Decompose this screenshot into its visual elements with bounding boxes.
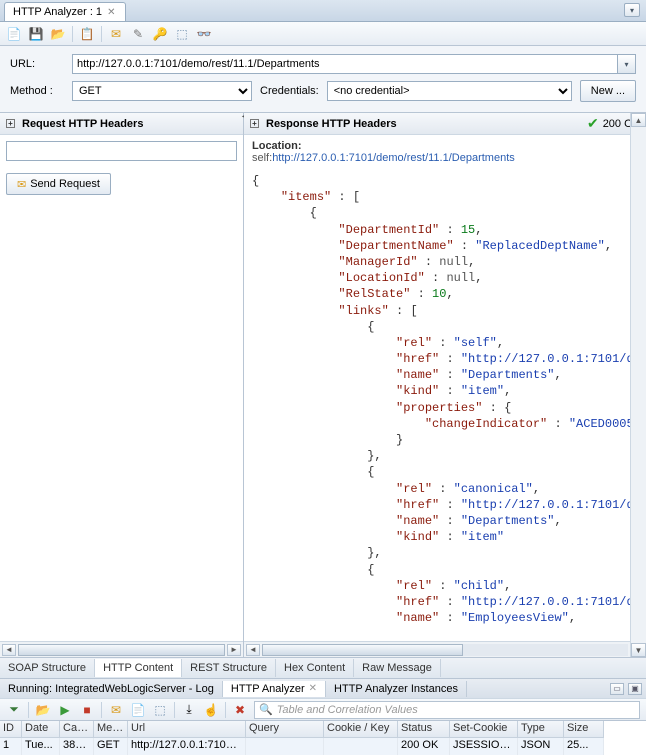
tab-raw-message[interactable]: Raw Message <box>354 659 441 677</box>
request-header-title: Request HTTP Headers <box>22 118 143 130</box>
url-label: URL: <box>10 58 64 70</box>
url-dropdown-button[interactable]: ▾ <box>618 54 636 74</box>
send-icon[interactable]: ✉ <box>108 26 124 42</box>
save-icon[interactable]: 💾 <box>28 26 44 42</box>
col-type[interactable]: Type <box>518 721 564 738</box>
tab-soap-structure[interactable]: SOAP Structure <box>0 659 95 677</box>
run-icon[interactable]: ▶ <box>57 702 73 718</box>
main-toolbar: 📄 💾 📂 📋 ✉ ✎ 🔑 ⬚ 👓 <box>0 22 646 46</box>
log-search-placeholder: Table and Correlation Values <box>277 704 418 716</box>
scroll-down-icon[interactable]: ▼ <box>631 643 646 657</box>
tab-hex-content[interactable]: Hex Content <box>276 659 354 677</box>
ws-test-icon[interactable]: ⬚ <box>174 26 190 42</box>
ws-icon[interactable]: ⬚ <box>152 702 168 718</box>
edit-icon[interactable]: ✎ <box>130 26 146 42</box>
col-status[interactable]: Status <box>398 721 450 738</box>
tab-rest-structure[interactable]: REST Structure <box>182 659 276 677</box>
col-method[interactable]: Met... <box>94 721 128 738</box>
response-header: + Response HTTP Headers ✔ 200 OK <box>244 113 646 135</box>
col-url[interactable]: Url <box>128 721 246 738</box>
request-header: + Request HTTP Headers <box>0 113 243 135</box>
copy-icon[interactable]: 📋 <box>79 26 95 42</box>
toolbar-separator <box>72 26 73 42</box>
response-body-json[interactable]: { "items" : [ { "DepartmentId" : 15, "De… <box>244 169 646 641</box>
location-label: Location: <box>252 140 302 152</box>
tab-http-content[interactable]: HTTP Content <box>95 659 182 677</box>
panes-vscroll[interactable]: ▲ ▼ <box>630 113 646 657</box>
resend-icon[interactable]: ✉ <box>108 702 124 718</box>
new-button[interactable]: New ... <box>580 80 636 102</box>
self-label: self: <box>252 152 272 164</box>
log-tab-analyzer-instances[interactable]: HTTP Analyzer Instances <box>326 681 467 697</box>
log-tab-http-analyzer[interactable]: HTTP Analyzer ✕ <box>223 681 326 697</box>
close-icon[interactable]: ✕ <box>309 683 317 694</box>
new-page-icon[interactable]: 📄 <box>130 702 146 718</box>
credentials-label: Credentials: <box>260 85 319 97</box>
col-setcookie[interactable]: Set-Cookie <box>450 721 518 738</box>
search-icon: 🔍 <box>259 703 273 716</box>
tab-http-analyzer-1[interactable]: HTTP Analyzer : 1 ✕ <box>4 2 126 21</box>
response-header-title: Response HTTP Headers <box>266 118 397 130</box>
split-panes: ◄ + Request HTTP Headers ✉ Send Request … <box>0 113 646 657</box>
select-icon[interactable]: ☝ <box>203 702 219 718</box>
close-icon[interactable]: ✕ <box>107 7 115 18</box>
log-tab-strip: Running: IntegratedWebLogicServer - Log … <box>0 678 646 698</box>
col-cookie[interactable]: Cookie / Key <box>324 721 398 738</box>
send-request-button[interactable]: ✉ Send Request <box>6 173 111 195</box>
response-pane: + Response HTTP Headers ✔ 200 OK Locatio… <box>244 113 646 657</box>
filter-icon[interactable]: ⏷ <box>6 702 22 718</box>
method-label: Method : <box>10 85 64 97</box>
log-tab-running-server[interactable]: Running: IntegratedWebLogicServer - Log <box>0 681 223 697</box>
self-link[interactable]: http://127.0.0.1:7101/demo/rest/11.1/Dep… <box>272 152 515 164</box>
log-maximize-icon[interactable]: ▣ <box>628 683 642 695</box>
col-id[interactable]: ID <box>0 721 22 738</box>
document-tab-bar: HTTP Analyzer : 1 ✕ ▾ <box>0 0 646 22</box>
stop-icon[interactable]: ■ <box>79 702 95 718</box>
mail-icon: ✉ <box>17 178 26 191</box>
response-hscroll[interactable]: ◄ ► <box>244 641 646 657</box>
request-header-input[interactable] <box>6 141 237 161</box>
tab-list-dropdown[interactable]: ▾ <box>624 3 640 17</box>
url-input[interactable] <box>72 54 618 74</box>
table-header-row: ID Date Call... Met... Url Query Cookie … <box>0 721 646 738</box>
clear-icon[interactable]: ✖ <box>232 702 248 718</box>
request-config-area: URL: ▾ Method : GET Credentials: <no cre… <box>0 46 646 113</box>
credentials-select[interactable]: <no credential> <box>327 81 572 101</box>
request-pane: + Request HTTP Headers ✉ Send Request ◄ … <box>0 113 244 657</box>
col-call[interactable]: Call... <box>60 721 94 738</box>
table-row[interactable]: 1 Tue... 386... GET http://127.0.0.1:710… <box>0 738 646 755</box>
request-hscroll[interactable]: ◄ ► <box>0 641 243 657</box>
status-ok-icon: ✔ <box>587 115 599 132</box>
open-icon[interactable]: 📂 <box>50 26 66 42</box>
save-wsdl-icon[interactable]: ⤓ <box>181 702 197 718</box>
scroll-up-icon[interactable]: ▲ <box>631 113 646 127</box>
new-request-icon[interactable]: 📄 <box>6 26 22 42</box>
tab-title: HTTP Analyzer : 1 <box>13 6 102 18</box>
open-folder-icon[interactable]: 📂 <box>35 702 51 718</box>
col-date[interactable]: Date <box>22 721 60 738</box>
scroll-left-icon[interactable]: ◄ <box>2 644 16 656</box>
binoculars-icon[interactable]: 👓 <box>196 26 212 42</box>
col-query[interactable]: Query <box>246 721 324 738</box>
toolbar-separator <box>101 26 102 42</box>
log-minimize-icon[interactable]: ▭ <box>610 683 624 695</box>
expand-icon[interactable]: + <box>250 119 259 128</box>
credentials-icon[interactable]: 🔑 <box>152 26 168 42</box>
method-select[interactable]: GET <box>72 81 252 101</box>
view-tabs: SOAP Structure HTTP Content REST Structu… <box>0 657 646 678</box>
scroll-left-icon[interactable]: ◄ <box>246 644 260 656</box>
col-size[interactable]: Size <box>564 721 604 738</box>
scroll-right-icon[interactable]: ► <box>227 644 241 656</box>
transactions-table: ID Date Call... Met... Url Query Cookie … <box>0 720 646 756</box>
log-search-field[interactable]: 🔍 Table and Correlation Values <box>254 701 640 719</box>
expand-icon[interactable]: + <box>6 119 15 128</box>
response-meta: Location: self:http://127.0.0.1:7101/dem… <box>244 135 646 169</box>
log-toolbar: ⏷ 📂 ▶ ■ ✉ 📄 ⬚ ⤓ ☝ ✖ 🔍 Table and Correlat… <box>0 698 646 720</box>
